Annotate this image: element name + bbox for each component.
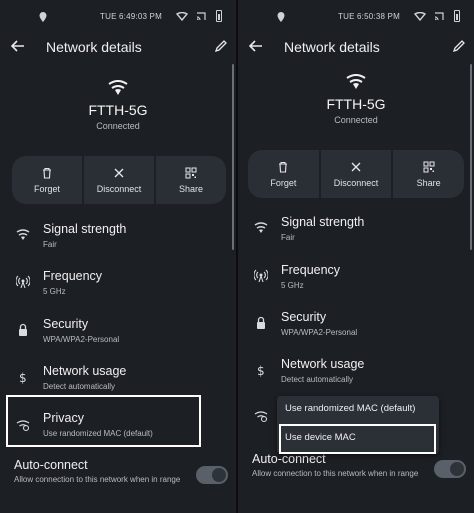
network-usage-row[interactable]: $ Network usage Detect automatically bbox=[238, 357, 474, 397]
auto-connect-toggle[interactable] bbox=[434, 460, 466, 478]
security-row[interactable]: Security WPA/WPA2-Personal bbox=[0, 317, 236, 357]
auto-connect-row[interactable]: Auto-connect Allow connection to this ne… bbox=[0, 458, 236, 498]
auto-connect-toggle[interactable] bbox=[196, 466, 228, 484]
auto-connect-description: Allow connection to this network when in… bbox=[14, 475, 181, 484]
security-value: WPA/WPA2-Personal bbox=[43, 335, 120, 344]
close-icon bbox=[114, 168, 124, 177]
location-icon bbox=[39, 12, 47, 22]
auto-connect-row[interactable]: Auto-connect Allow connection to this ne… bbox=[238, 452, 474, 492]
cast-icon bbox=[196, 12, 206, 21]
signal-strength-value: Fair bbox=[281, 233, 295, 242]
wifi-status-icon bbox=[414, 12, 426, 21]
security-value: WPA/WPA2-Personal bbox=[281, 328, 358, 337]
share-button[interactable]: Share bbox=[393, 150, 464, 198]
page-title: Network details bbox=[46, 39, 142, 55]
app-bar: Network details bbox=[238, 32, 474, 62]
status-bar: TUE 6:49:03 PM bbox=[0, 0, 236, 32]
action-bar: Forget Disconnect Share bbox=[12, 156, 226, 204]
share-label: Share bbox=[178, 183, 204, 194]
security-row[interactable]: Security WPA/WPA2-Personal bbox=[238, 310, 474, 350]
status-time: TUE 6:50:38 PM bbox=[338, 12, 400, 21]
wifi-signal-icon bbox=[16, 229, 30, 240]
broadcast-icon bbox=[16, 275, 30, 289]
device-mac-highlight bbox=[279, 424, 436, 454]
signal-strength-row[interactable]: Signal strength Fair bbox=[0, 222, 236, 262]
qr-code-icon bbox=[185, 167, 197, 178]
edit-pencil-icon[interactable] bbox=[214, 39, 228, 53]
disconnect-button[interactable]: Disconnect bbox=[84, 156, 156, 204]
security-title: Security bbox=[43, 317, 89, 331]
privacy-wifi-icon bbox=[254, 411, 268, 423]
forget-label: Forget bbox=[33, 183, 60, 194]
signal-strength-title: Signal strength bbox=[43, 222, 127, 236]
status-bar: TUE 6:50:38 PM bbox=[238, 0, 474, 32]
frequency-value: 5 GHz bbox=[43, 287, 66, 296]
page-title: Network details bbox=[284, 39, 380, 55]
toggle-knob bbox=[450, 462, 464, 476]
security-title: Security bbox=[281, 310, 327, 324]
wifi-network-icon bbox=[108, 80, 128, 95]
scrollbar[interactable] bbox=[232, 64, 234, 250]
connection-state: Connected bbox=[334, 115, 378, 125]
menu-option-randomized-mac[interactable]: Use randomized MAC (default) bbox=[285, 403, 415, 414]
back-arrow-icon[interactable] bbox=[248, 38, 264, 54]
signal-strength-row[interactable]: Signal strength Fair bbox=[238, 215, 474, 255]
qr-code-icon bbox=[423, 161, 435, 172]
forget-button[interactable]: Forget bbox=[248, 150, 321, 198]
wifi-network-icon bbox=[346, 74, 366, 89]
wifi-signal-icon bbox=[254, 222, 268, 233]
action-bar: Forget Disconnect Share bbox=[248, 150, 464, 198]
dollar-icon: $ bbox=[19, 371, 27, 384]
signal-strength-value: Fair bbox=[43, 240, 57, 249]
privacy-row-highlight bbox=[6, 395, 201, 447]
disconnect-label: Disconnect bbox=[96, 183, 142, 194]
wifi-status-icon bbox=[176, 12, 188, 21]
battery-icon bbox=[216, 10, 222, 22]
frequency-row[interactable]: Frequency 5 GHz bbox=[238, 263, 474, 303]
auto-connect-description: Allow connection to this network when in… bbox=[252, 469, 419, 478]
lock-icon bbox=[19, 323, 27, 336]
frequency-title: Frequency bbox=[43, 269, 103, 283]
network-usage-title: Network usage bbox=[43, 364, 127, 378]
location-icon bbox=[277, 12, 285, 22]
battery-icon bbox=[454, 10, 460, 22]
network-usage-value: Detect automatically bbox=[281, 375, 354, 384]
broadcast-icon bbox=[254, 269, 268, 283]
forget-label: Forget bbox=[270, 177, 297, 188]
forget-button[interactable]: Forget bbox=[12, 156, 84, 204]
disconnect-button[interactable]: Disconnect bbox=[321, 150, 394, 198]
network-ssid: FTTH-5G bbox=[88, 102, 148, 118]
auto-connect-title: Auto-connect bbox=[14, 458, 88, 472]
trash-icon bbox=[43, 167, 51, 179]
status-time: TUE 6:49:03 PM bbox=[100, 12, 162, 21]
signal-strength-title: Signal strength bbox=[281, 215, 365, 229]
network-header: FTTH-5G Connected bbox=[0, 80, 236, 131]
network-usage-value: Detect automatically bbox=[43, 382, 116, 391]
network-usage-title: Network usage bbox=[281, 357, 365, 371]
frequency-value: 5 GHz bbox=[281, 281, 304, 290]
connection-state: Connected bbox=[96, 121, 140, 131]
share-button[interactable]: Share bbox=[156, 156, 226, 204]
auto-connect-title: Auto-connect bbox=[252, 452, 326, 466]
frequency-title: Frequency bbox=[281, 263, 341, 277]
dollar-icon: $ bbox=[257, 364, 265, 377]
screen-left: TUE 6:49:03 PM Network details FTTH-5G C… bbox=[0, 0, 236, 513]
network-header: FTTH-5G Connected bbox=[238, 74, 474, 125]
frequency-row[interactable]: Frequency 5 GHz bbox=[0, 269, 236, 309]
app-bar: Network details bbox=[0, 32, 236, 62]
share-label: Share bbox=[416, 177, 441, 188]
close-icon bbox=[351, 162, 361, 171]
svg-text:$: $ bbox=[257, 364, 265, 377]
cast-icon bbox=[434, 12, 444, 21]
network-ssid: FTTH-5G bbox=[326, 96, 386, 112]
lock-icon bbox=[257, 316, 265, 329]
back-arrow-icon[interactable] bbox=[10, 38, 26, 54]
trash-icon bbox=[279, 161, 288, 173]
toggle-knob bbox=[212, 468, 226, 482]
disconnect-label: Disconnect bbox=[333, 177, 379, 188]
edit-pencil-icon[interactable] bbox=[452, 39, 466, 53]
scrollbar[interactable] bbox=[470, 64, 472, 250]
svg-text:$: $ bbox=[19, 371, 27, 384]
